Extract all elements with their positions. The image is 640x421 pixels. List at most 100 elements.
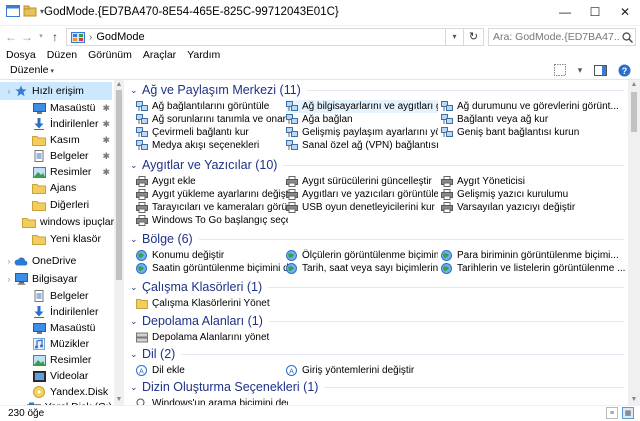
task-link[interactable]: A Giriş yöntemlerini değiştir (286, 364, 438, 377)
details-view-icon[interactable]: ≡ (606, 407, 618, 419)
group-collapse-chevron-icon[interactable]: ⌄ (130, 382, 142, 393)
group-collapse-chevron-icon[interactable]: ⌄ (130, 234, 142, 245)
task-link[interactable]: Depolama Alanlarını yönet (136, 331, 288, 344)
task-link[interactable]: Windows'un arama biçimini değiştir (136, 397, 288, 405)
help-icon[interactable]: ? (616, 63, 632, 77)
large-icons-view-icon[interactable]: ▦ (622, 407, 634, 419)
task-label: Varsayılan yazıcıyı değiştir (457, 202, 576, 213)
group-header[interactable]: ⌄ Ağ ve Paylaşım Merkezi (11) (130, 82, 624, 98)
task-link[interactable]: Tarih, saat veya sayı biçimlerini değiş.… (286, 262, 438, 275)
task-link[interactable]: Çalışma Klasörlerini Yönet (136, 297, 288, 310)
task-link[interactable]: Ağ bilgisayarlarını ve aygıtları görünt.… (286, 100, 438, 113)
search-input[interactable]: Ara: GodMode.{ED7BA47... (488, 28, 636, 46)
maximize-button[interactable]: ☐ (580, 0, 610, 24)
menu-file[interactable]: Dosya (6, 48, 36, 62)
group-collapse-chevron-icon[interactable]: ⌄ (130, 316, 142, 327)
expand-chevron-icon[interactable]: › (4, 275, 14, 284)
expand-chevron-icon[interactable]: › (4, 87, 14, 96)
group-header[interactable]: ⌄ Çalışma Klasörleri (1) (130, 279, 624, 295)
globe-task-icon (286, 263, 298, 274)
task-link[interactable]: A Dil ekle (136, 364, 288, 377)
task-link[interactable]: Aygıtları ve yazıcıları görüntüle (286, 188, 438, 201)
search-icon[interactable] (619, 29, 635, 45)
back-arrow-icon[interactable]: ← (4, 29, 18, 45)
nav-item[interactable]: Yerel Disk (C:) (0, 398, 112, 405)
group-title: Dizin Oluşturma Seçenekleri (1) (142, 380, 319, 394)
nav-item[interactable]: › Hızlı erişim (0, 82, 112, 100)
group-collapse-chevron-icon[interactable]: ⌄ (130, 160, 142, 171)
breadcrumb-godmode[interactable]: GodMode (96, 31, 144, 43)
group-collapse-chevron-icon[interactable]: ⌄ (130, 349, 142, 360)
nav-item[interactable]: › OneDrive (0, 252, 112, 270)
task-link[interactable]: Saatin görüntülenme biçimini değiştir (136, 262, 288, 275)
quick-access-toolbar-icon[interactable] (23, 5, 37, 17)
group-collapse-chevron-icon[interactable]: ⌄ (130, 282, 142, 293)
group-header[interactable]: ⌄ Aygıtlar ve Yazıcılar (10) (130, 157, 624, 173)
group-collapse-chevron-icon[interactable]: ⌄ (130, 85, 142, 96)
group-header[interactable]: ⌄ Dil (2) (130, 346, 624, 362)
task-link[interactable]: Ölçülerin görüntülenme biçimini de... (286, 249, 438, 262)
task-link[interactable]: Tarihlerin ve listelerin görüntülenme ..… (441, 262, 626, 275)
task-link[interactable]: Konumu değiştir (136, 249, 288, 262)
group-header[interactable]: ⌄ Dizin Oluşturma Seçenekleri (1) (130, 379, 624, 395)
address-dropdown-icon[interactable]: ▾ (446, 28, 464, 46)
group-header[interactable]: ⌄ Bölge (6) (130, 231, 624, 247)
svg-text:?: ? (621, 65, 627, 75)
scroll-thumb[interactable] (631, 92, 637, 132)
task-link[interactable]: Ağ bağlantılarını görüntüle (136, 100, 288, 113)
nav-scroll-up-icon[interactable]: ▲ (114, 80, 124, 90)
minimize-button[interactable]: — (550, 0, 580, 24)
task-link[interactable]: Ağ durumunu ve görevlerini görünt... (441, 100, 626, 113)
menu-edit[interactable]: Düzen (47, 48, 77, 62)
expand-chevron-icon[interactable]: › (4, 257, 14, 266)
menu-tools[interactable]: Araçlar (143, 48, 176, 62)
task-label: Windows To Go başlangıç seçenekle... (152, 215, 288, 226)
task-link[interactable]: Bağlantı veya ağ kur (441, 113, 626, 126)
task-link[interactable]: Ağa bağlan (286, 113, 438, 126)
task-link[interactable]: Aygıt ekle (136, 175, 288, 188)
breadcrumb-chevron-icon[interactable]: › (89, 32, 92, 43)
nav-scroll-down-icon[interactable]: ▼ (114, 395, 124, 405)
menu-help[interactable]: Yardım (187, 48, 220, 62)
nav-scrollbar[interactable]: ▲ ▼ (114, 80, 124, 405)
nav-scroll-thumb[interactable] (116, 90, 122, 280)
view-options-dropdown-icon[interactable]: ▾ (576, 63, 584, 77)
task-link[interactable]: Windows To Go başlangıç seçenekle... (136, 214, 288, 227)
task-link[interactable]: Çevirmeli bağlantı kur (136, 126, 288, 139)
task-link[interactable]: Geniş bant bağlantısı kurun (441, 126, 626, 139)
task-link[interactable]: Ağ sorunlarını tanımla ve onar (136, 113, 288, 126)
app-icon[interactable] (6, 5, 20, 17)
task-link[interactable]: USB oyun denetleyicilerini kur (286, 201, 438, 214)
scroll-down-icon[interactable]: ▼ (628, 395, 640, 405)
group-header[interactable]: ⌄ Depolama Alanları (1) (130, 313, 624, 329)
task-link[interactable]: Gelişmiş paylaşım ayarlarını yönet (286, 126, 438, 139)
refresh-icon[interactable]: ↻ (464, 28, 484, 46)
preview-pane-icon[interactable] (592, 63, 608, 77)
close-button[interactable]: ✕ (610, 0, 640, 24)
content-scrollbar[interactable]: ▲ ▼ (628, 80, 640, 405)
forward-arrow-icon[interactable]: → (20, 29, 34, 45)
task-link[interactable]: Aygıt sürücülerini güncelleştir (286, 175, 438, 188)
change-view-icon[interactable] (552, 63, 568, 77)
nav-item[interactable]: › Bilgisayar (0, 270, 112, 288)
recent-locations-chevron-icon[interactable]: ▾ (34, 29, 48, 45)
address-box[interactable]: › GodMode (66, 28, 446, 46)
nav-item-label: Videolar (50, 370, 89, 382)
task-link[interactable]: Tarayıcıları ve kameraları görüntüle (136, 201, 288, 214)
nav-item[interactable]: Yeni klasör (0, 230, 112, 248)
up-arrow-icon[interactable]: ↑ (48, 29, 62, 45)
task-link[interactable]: Varsayılan yazıcıyı değiştir (441, 201, 626, 214)
menu-view[interactable]: Görünüm (88, 48, 132, 62)
nav-item[interactable]: Diğerleri (0, 196, 112, 214)
task-link[interactable]: Aygıt yükleme ayarlarını değiştir (136, 188, 288, 201)
task-link[interactable]: Aygıt Yöneticisi (441, 175, 626, 188)
globe-task-icon (441, 263, 453, 274)
organize-button[interactable]: Düzenle ▾ (10, 64, 54, 76)
nav-item[interactable]: windows ipuçlar (0, 213, 114, 231)
task-link[interactable]: Para biriminin görüntülenme biçimi... (441, 249, 626, 262)
nav-item[interactable]: Ajans (0, 179, 112, 197)
task-link[interactable]: Medya akışı seçenekleri (136, 139, 288, 152)
task-link[interactable]: Gelişmiş yazıcı kurulumu (441, 188, 626, 201)
scroll-up-icon[interactable]: ▲ (628, 80, 640, 90)
task-link[interactable]: Sanal özel ağ (VPN) bağlantısı kur (286, 139, 438, 152)
